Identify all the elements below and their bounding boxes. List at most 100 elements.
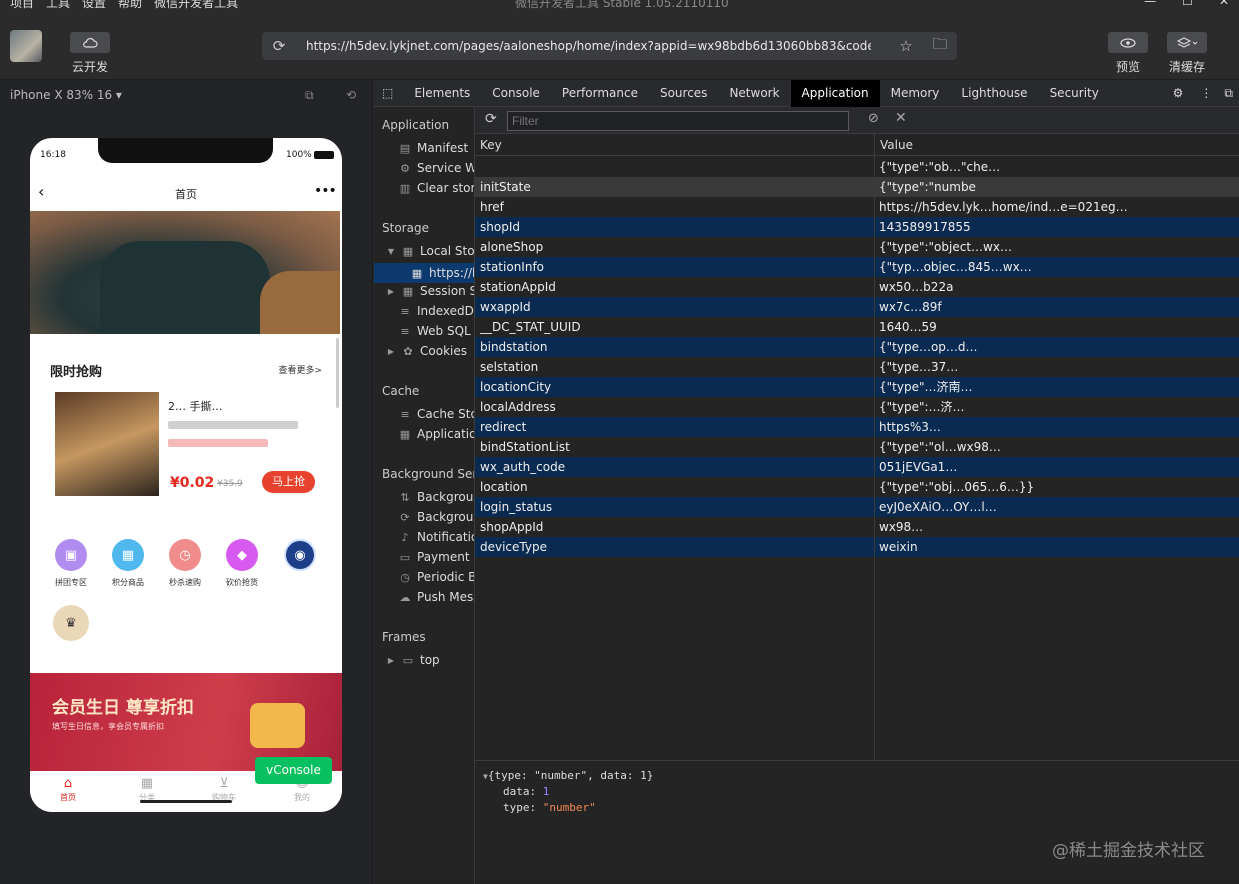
scrollbar[interactable] xyxy=(336,338,339,408)
sidebar-item-clear-storage[interactable]: ▥Clear stora xyxy=(398,181,474,195)
hero-image[interactable] xyxy=(30,211,340,334)
row-key[interactable]: href xyxy=(480,197,870,217)
sidebar-item-cookies[interactable]: ▶ ✿ Cookies xyxy=(386,344,474,358)
tab-performance[interactable]: Performance xyxy=(551,80,649,107)
row-key[interactable]: localAddress xyxy=(480,397,870,417)
tab-memory[interactable]: Memory xyxy=(880,80,951,107)
row-key[interactable]: deviceType xyxy=(480,537,870,557)
table-row[interactable]: selstation {"type…37… xyxy=(475,357,1239,377)
row-key[interactable]: bindStationList xyxy=(480,437,870,457)
folder-icon[interactable]: 🗀 xyxy=(923,34,957,59)
category-crown[interactable]: ♛ xyxy=(46,605,96,647)
row-value[interactable]: {"type…37… xyxy=(879,357,1234,377)
table-row[interactable]: locationCity {"type"…济南… xyxy=(475,377,1239,397)
row-key[interactable]: __DC_STAT_UUID xyxy=(480,317,870,337)
tab-application[interactable]: Application xyxy=(790,79,880,107)
row-value[interactable]: eyJ0eXAiO…OY…l… xyxy=(879,497,1234,517)
sidebar-item-local-storage-origin[interactable]: ▦ https://h xyxy=(374,263,474,283)
row-key[interactable]: bindstation xyxy=(480,337,870,357)
row-value[interactable]: https%3… xyxy=(879,417,1234,437)
clear-all-icon[interactable]: ⊘ xyxy=(868,111,879,126)
delete-selected-icon[interactable]: ✕ xyxy=(895,110,907,126)
table-row[interactable]: wx_auth_code 051jEVGa1… xyxy=(475,457,1239,477)
table-row[interactable]: login_status eyJ0eXAiO…OY…l… xyxy=(475,497,1239,517)
category-points[interactable]: ▦ 积分商品 xyxy=(103,539,153,588)
buy-now-button[interactable]: 马上抢 xyxy=(262,471,315,493)
tab-console[interactable]: Console xyxy=(481,80,551,107)
preview-button[interactable] xyxy=(1108,32,1148,53)
row-value[interactable]: {"type":"obj…065…6…}} xyxy=(879,477,1234,497)
sidebar-item-push-messaging[interactable]: ☁ Push Mess xyxy=(398,590,475,604)
sidebar-item-service-workers[interactable]: ⚙Service Wo xyxy=(398,161,474,175)
table-row[interactable]: __DC_STAT_UUID 1640…59 xyxy=(475,317,1239,337)
category-flash-sale[interactable]: ◷ 秒杀速购 xyxy=(160,539,210,588)
row-key[interactable]: aloneShop xyxy=(480,237,870,257)
table-row[interactable]: location {"type":"obj…065…6…}} xyxy=(475,477,1239,497)
avatar[interactable] xyxy=(10,30,42,62)
sidebar-item-frame-top[interactable]: ▶ ▭ top xyxy=(386,653,474,667)
sidebar-item-notifications[interactable]: ♪ Notificatio xyxy=(398,530,474,544)
row-key[interactable]: selstation xyxy=(480,357,870,377)
tab-lighthouse[interactable]: Lighthouse xyxy=(950,80,1038,107)
row-key[interactable]: shopId xyxy=(480,217,870,237)
row-value[interactable]: {"type…op…d… xyxy=(879,337,1234,357)
tab-elements[interactable]: Elements xyxy=(403,80,481,107)
row-key[interactable]: login_status xyxy=(480,497,870,517)
row-key[interactable]: stationAppId xyxy=(480,277,870,297)
table-row[interactable]: wxappId wx7c…89f xyxy=(475,297,1239,317)
see-more-link[interactable]: 查看更多> xyxy=(278,363,322,376)
close-icon[interactable]: ✕ xyxy=(1219,0,1229,8)
minimize-icon[interactable]: — xyxy=(1144,0,1156,8)
sidebar-item-manifest[interactable]: ▤ Manifest xyxy=(398,141,474,155)
column-divider[interactable] xyxy=(874,134,875,760)
sidebar-item-cache-storage[interactable]: ≡Cache Stor xyxy=(398,407,474,421)
vconsole-button[interactable]: vConsole xyxy=(255,757,332,784)
table-row[interactable]: bindStationList {"type":"ol…wx98… xyxy=(475,437,1239,457)
row-value[interactable]: {"type":"object…wx… xyxy=(879,237,1234,257)
row-value[interactable]: wx50…b22a xyxy=(879,277,1234,297)
preview-root[interactable]: ▼{type: "number", data: 1} xyxy=(483,769,653,782)
filter-input[interactable] xyxy=(507,111,849,131)
tab-sources[interactable]: Sources xyxy=(649,80,718,107)
row-key[interactable]: wx_auth_code xyxy=(480,457,870,477)
row-value[interactable]: {"type":"ob…"che… xyxy=(879,157,1234,177)
sidebar-item-payment-handler[interactable]: ▭Payment H xyxy=(398,550,474,564)
tab-home[interactable]: ⌂ 首页 xyxy=(43,776,93,803)
table-row[interactable]: stationAppId wx50…b22a xyxy=(475,277,1239,297)
row-key[interactable]: redirect xyxy=(480,417,870,437)
maximize-icon[interactable]: ☐ xyxy=(1182,0,1193,8)
table-row[interactable]: localAddress {"type":…济… xyxy=(475,397,1239,417)
product-title[interactable]: 2… 手撕… xyxy=(168,398,223,414)
row-key[interactable]: location xyxy=(480,477,870,497)
more-icon[interactable]: ••• xyxy=(314,183,337,199)
row-value[interactable]: 051jEVGa1… xyxy=(879,457,1234,477)
table-row[interactable]: aloneShop {"type":"object…wx… xyxy=(475,237,1239,257)
row-value[interactable]: {"typ…objec…845…wx… xyxy=(879,257,1234,277)
row-key[interactable]: wxappId xyxy=(480,297,870,317)
row-value[interactable]: 1640…59 xyxy=(879,317,1234,337)
category-group-buy[interactable]: ▣ 拼团专区 xyxy=(46,539,96,588)
tab-category[interactable]: ▦ 分类 xyxy=(122,776,172,803)
menu-project[interactable]: 项目 xyxy=(10,0,34,11)
sidebar-item-periodic-sync[interactable]: ◷Periodic Ba xyxy=(398,570,474,584)
row-value[interactable]: https://h5dev.lyk…home/ind…e=021eg… xyxy=(879,197,1234,217)
address-bar[interactable]: ⟳ https://h5dev.lykjnet.com/pages/aalone… xyxy=(262,32,957,60)
row-value[interactable]: wx7c…89f xyxy=(879,297,1234,317)
menu-settings[interactable]: 设置 xyxy=(82,0,106,11)
url-text[interactable]: https://h5dev.lykjnet.com/pages/aalonesh… xyxy=(306,39,871,53)
menu-help[interactable]: 帮助 xyxy=(118,0,142,11)
sidebar-item-background-sync[interactable]: ⟳ Backgroun xyxy=(398,510,474,524)
cloud-dev-button[interactable] xyxy=(70,32,110,53)
row-value[interactable]: {"type":"numbe xyxy=(879,177,1234,197)
row-value[interactable]: {"type"…济南… xyxy=(879,377,1234,397)
table-row[interactable]: initState {"type":"numbe xyxy=(475,177,1239,197)
refresh-icon[interactable]: ⟳ xyxy=(262,37,296,55)
row-value[interactable]: {"type":"ol…wx98… xyxy=(879,437,1234,457)
table-row[interactable]: bindstation {"type…op…d… xyxy=(475,337,1239,357)
sidebar-item-session-storage[interactable]: ▶▦Session Sto xyxy=(386,284,474,298)
product-image[interactable] xyxy=(55,392,159,496)
row-value[interactable]: wx98… xyxy=(879,517,1234,537)
tab-cart[interactable]: ⊻ 购物车 xyxy=(199,776,249,803)
clear-cache-button[interactable] xyxy=(1167,32,1207,53)
row-key[interactable]: shopAppId xyxy=(480,517,870,537)
